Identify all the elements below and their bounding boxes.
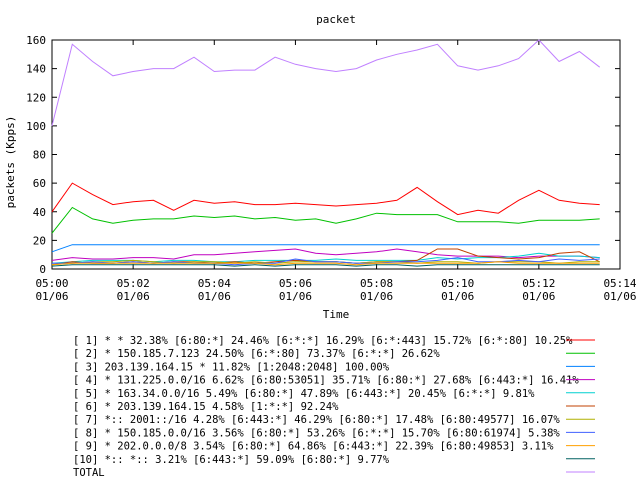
- x-axis-label: Time: [323, 308, 350, 321]
- x-tick-label-time: 05:00: [35, 277, 68, 290]
- legend-label: TOTAL: [73, 467, 105, 479]
- y-tick-label: 40: [33, 206, 46, 219]
- y-tick-label: 60: [33, 177, 46, 190]
- x-tick-label-time: 05:04: [198, 277, 231, 290]
- x-tick-label-date: 01/06: [279, 290, 312, 303]
- y-tick-label: 120: [26, 91, 46, 104]
- y-tick-label: 160: [26, 34, 46, 47]
- x-tick-label-time: 05:12: [522, 277, 555, 290]
- series-line-1: [51, 182, 600, 216]
- x-tick-label-date: 01/06: [522, 290, 555, 303]
- legend-label: [ 2] * 150.185.7.123 24.50% [6:*:80] 73.…: [73, 348, 440, 360]
- x-tick-label-date: 01/06: [360, 290, 393, 303]
- y-tick-label: 80: [33, 149, 46, 162]
- x-tick-label-date: 01/06: [117, 290, 150, 303]
- plot-frame: [51, 39, 621, 270]
- x-tick-label-date: 01/06: [441, 290, 474, 303]
- series-line-10: [51, 264, 600, 267]
- legend-label: [ 6] * 203.139.164.15 4.58% [1:*:*] 92.2…: [73, 401, 339, 413]
- x-tick-label-time: 05:10: [441, 277, 474, 290]
- legend-label: [ 4] * 131.225.0.0/16 6.62% [6:80:53051]…: [73, 375, 579, 387]
- legend-label: [ 5] * 163.34.0.0/16 5.49% [6:80:*] 47.8…: [73, 388, 535, 400]
- y-axis-label: packets (Kpps): [4, 116, 17, 209]
- y-tick-label: 0: [39, 263, 46, 276]
- legend-label: [ 7] *:: 2001::/16 4.28% [6:443:*] 46.29…: [73, 414, 560, 426]
- x-tick-label-time: 05:14: [603, 277, 636, 290]
- series-line-11: [51, 39, 601, 127]
- legend: [ 1] * * 32.38% [6:80:*] 24.46% [6:*:*] …: [73, 335, 595, 479]
- legend-label: [ 9] * 202.0.0.0/8 3.54% [6:80:*] 64.86%…: [73, 441, 554, 453]
- y-tick-label: 20: [33, 234, 46, 247]
- legend-label: [10] *:: *:: 3.21% [6:443:*] 59.09% [6:8…: [73, 454, 390, 466]
- series-line-3: [51, 244, 600, 253]
- chart: packet packets (Kpps) Time 0 20 40 60 80 100 1…: [4, 13, 637, 479]
- y-tick-label: 140: [26, 63, 46, 76]
- x-tick-label-time: 05:08: [360, 277, 393, 290]
- x-tick-label-time: 05:06: [279, 277, 312, 290]
- legend-label: [ 8] * 150.185.0.0/16 3.56% [6:80:*] 53.…: [73, 427, 560, 439]
- legend-label: [ 3] 203.139.164.15 * 11.82% [1:2048:204…: [73, 361, 390, 373]
- series-line-2: [51, 206, 600, 234]
- y-axis: 0 20 40 60 80 100 120 140 160: [26, 34, 620, 276]
- x-tick-label-time: 05:02: [117, 277, 150, 290]
- x-tick-label-date: 01/06: [35, 290, 68, 303]
- series-line-7: [51, 259, 600, 266]
- x-tick-label-date: 01/06: [603, 290, 636, 303]
- series-lines: [51, 39, 601, 267]
- plot-area: [51, 39, 621, 270]
- x-tick-label-date: 01/06: [198, 290, 231, 303]
- y-tick-label: 100: [26, 120, 46, 133]
- chart-title: packet: [316, 13, 356, 26]
- legend-label: [ 1] * * 32.38% [6:80:*] 24.46% [6:*:*] …: [73, 335, 573, 347]
